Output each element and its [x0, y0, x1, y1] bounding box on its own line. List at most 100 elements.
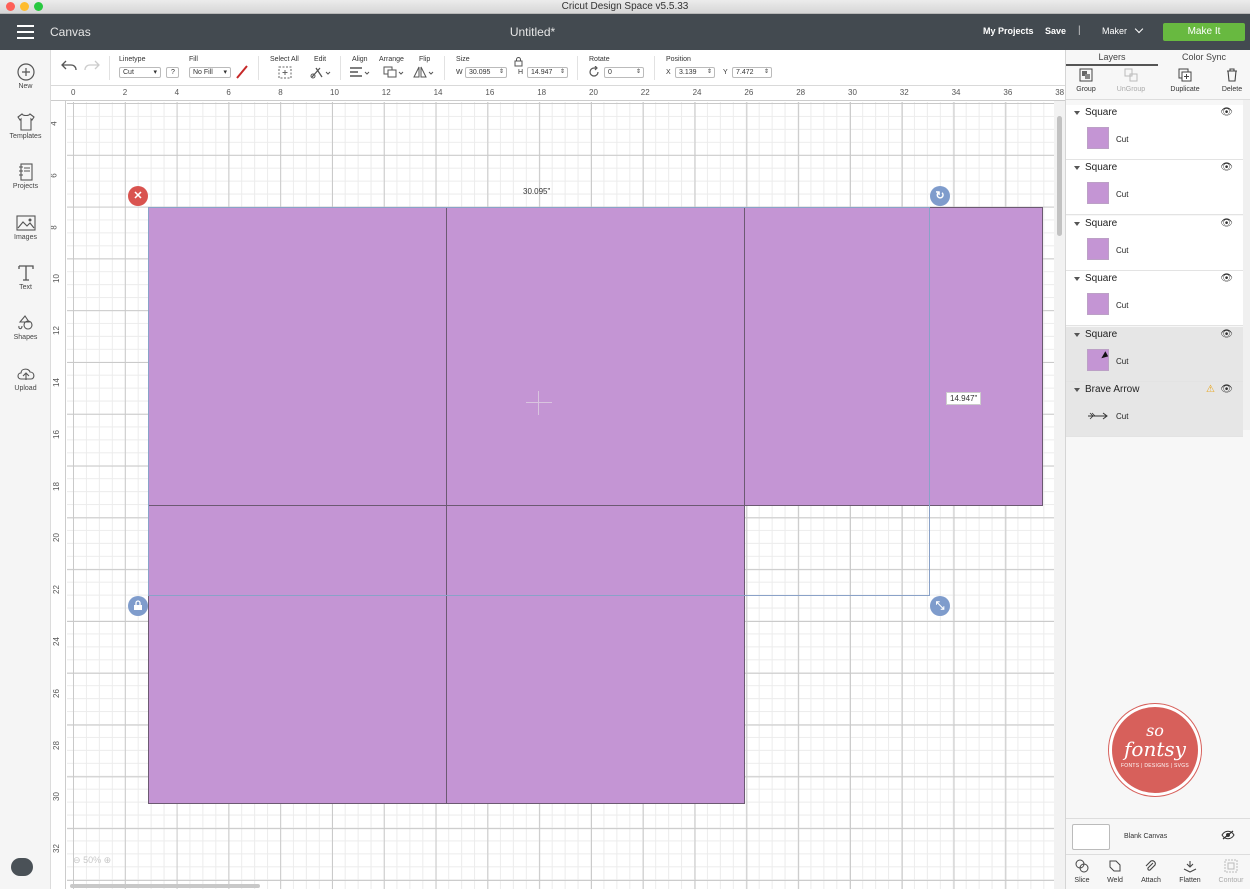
canvas-color-swatch[interactable] — [1072, 824, 1110, 850]
layer-operation: Cut — [1116, 190, 1129, 199]
caret-down-icon[interactable] — [1074, 333, 1080, 337]
blank-canvas-row[interactable]: Blank Canvas — [1066, 818, 1250, 854]
close-window-icon[interactable] — [6, 2, 15, 11]
layer-color-swatch[interactable] — [1087, 127, 1109, 149]
ruler-tick-label: 38 — [1055, 88, 1065, 97]
sidebar-item-upload[interactable]: Upload — [0, 365, 51, 392]
weld-button[interactable]: Weld — [1103, 859, 1127, 884]
select-all-icon[interactable] — [278, 66, 292, 82]
fill-select[interactable]: No Fill ▾ — [189, 67, 231, 78]
rotate-input[interactable]: 0 ⇕ — [604, 67, 644, 78]
scrollbar-thumb[interactable] — [1057, 116, 1062, 236]
logo-line2: fontsy — [1124, 737, 1186, 761]
zoom-out-icon[interactable]: ⊖ — [73, 855, 81, 865]
layer-row[interactable]: Square 👁 Cut — [1066, 216, 1243, 271]
minimize-window-icon[interactable] — [20, 2, 29, 11]
arrange-icon[interactable] — [383, 66, 405, 82]
sidebar-item-images[interactable]: Images — [0, 214, 51, 241]
panel-tabs: Layers Color Sync — [1066, 50, 1250, 66]
image-icon — [0, 214, 51, 234]
x-position-input[interactable]: 3.139 ⇕ — [675, 67, 715, 78]
text-icon — [0, 264, 51, 284]
sidebar-item-templates[interactable]: Templates — [0, 113, 51, 140]
ruler-tick-label: 8 — [51, 225, 59, 229]
canvas-horizontal-scrollbar[interactable] — [70, 884, 260, 888]
stepper-icon: ⇕ — [498, 69, 504, 75]
tab-color-sync[interactable]: Color Sync — [1158, 52, 1250, 62]
undo-icon[interactable] — [61, 59, 77, 74]
fill-color-swatch-icon[interactable] — [235, 65, 249, 82]
align-icon[interactable] — [349, 66, 371, 82]
caret-down-icon[interactable] — [1074, 166, 1080, 170]
sidebar-item-text[interactable]: Text — [0, 264, 51, 291]
caret-down-icon[interactable] — [1074, 388, 1080, 392]
canvas-vertical-scrollbar[interactable] — [1054, 101, 1065, 889]
layer-name: Square — [1085, 218, 1118, 229]
layer-color-swatch[interactable] — [1087, 238, 1109, 260]
my-projects-link[interactable]: My Projects — [983, 26, 1034, 36]
sidebar-item-projects[interactable]: Projects — [0, 163, 51, 190]
group-button[interactable]: Group — [1072, 68, 1100, 93]
ruler-tick-label: 34 — [951, 88, 961, 97]
sidebar-label: New — [18, 83, 33, 90]
delete-button[interactable]: Delete — [1217, 68, 1247, 93]
linetype-select[interactable]: Cut ▾ — [119, 67, 161, 78]
eye-icon[interactable]: 👁 — [1220, 162, 1233, 173]
width-input[interactable]: 30.095 ⇕ — [465, 67, 507, 78]
layer-row[interactable]: Brave Arrow ⚠ 👁 Cut — [1066, 382, 1243, 437]
zoom-window-icon[interactable] — [34, 2, 43, 11]
square-shape[interactable] — [148, 505, 447, 804]
linetype-help-button[interactable]: ? — [166, 67, 179, 78]
slice-button[interactable]: Slice — [1070, 859, 1094, 884]
layers-scrollbar[interactable] — [1243, 100, 1250, 430]
square-shape[interactable] — [744, 207, 1043, 506]
make-it-button[interactable]: Make It — [1163, 23, 1245, 41]
contour-label: Contour — [1218, 877, 1244, 884]
eye-icon[interactable]: 👁 — [1220, 384, 1233, 395]
eye-hidden-icon[interactable] — [1221, 830, 1235, 843]
ruler-vertical: 4 6 8 10 12 14 16 18 20 22 24 26 28 30 32 — [51, 101, 66, 889]
delete-handle-icon[interactable]: ✕ — [128, 186, 148, 206]
layer-row[interactable]: Square 👁 Cut — [1066, 271, 1243, 326]
eye-icon[interactable]: 👁 — [1220, 218, 1233, 229]
height-input[interactable]: 14.947 ⇕ — [527, 67, 568, 78]
zoom-control[interactable]: ⊖ 50% ⊕ — [73, 855, 111, 866]
layer-row[interactable]: Square 👁 Cut — [1066, 327, 1243, 382]
square-shape[interactable] — [446, 207, 745, 506]
edit-tools-icon[interactable] — [310, 66, 332, 82]
flatten-button[interactable]: Flatten — [1176, 859, 1204, 884]
tab-layers[interactable]: Layers — [1066, 52, 1158, 66]
eye-icon[interactable]: 👁 — [1220, 273, 1233, 284]
layer-name: Square — [1085, 162, 1118, 173]
layer-color-swatch[interactable] — [1087, 182, 1109, 204]
eye-icon[interactable]: 👁 — [1220, 107, 1233, 118]
save-link[interactable]: Save — [1045, 26, 1066, 36]
flip-icon[interactable] — [413, 66, 435, 82]
zoom-in-icon[interactable]: ⊕ — [104, 855, 112, 865]
ungroup-button[interactable]: UnGroup — [1114, 68, 1148, 93]
layer-row[interactable]: Square 👁 Cut — [1066, 105, 1243, 160]
caret-down-icon[interactable] — [1074, 277, 1080, 281]
redo-icon[interactable] — [84, 59, 100, 74]
layer-color-swatch[interactable] — [1087, 293, 1109, 315]
machine-select[interactable]: Maker — [1102, 24, 1144, 36]
sidebar-item-shapes[interactable]: Shapes — [0, 314, 51, 341]
warning-icon[interactable]: ⚠ — [1206, 384, 1215, 395]
square-shape[interactable] — [446, 505, 745, 804]
layer-row[interactable]: Square 👁 Cut — [1066, 160, 1243, 215]
y-position-input[interactable]: 7.472 ⇕ — [732, 67, 772, 78]
square-shape[interactable] — [148, 207, 447, 506]
sidebar-item-new[interactable]: New — [0, 63, 51, 90]
attach-button[interactable]: Attach — [1138, 859, 1164, 884]
contour-button[interactable]: Contour — [1214, 859, 1248, 884]
chat-icon[interactable] — [11, 858, 33, 876]
lock-handle-icon[interactable] — [128, 596, 148, 616]
duplicate-button[interactable]: Duplicate — [1167, 68, 1203, 93]
rotate-handle-icon[interactable]: ↻ — [930, 186, 950, 206]
caret-down-icon[interactable] — [1074, 111, 1080, 115]
caret-down-icon[interactable] — [1074, 222, 1080, 226]
ruler-tick-label: 28 — [51, 740, 61, 750]
eye-icon[interactable]: 👁 — [1220, 329, 1233, 340]
resize-handle-icon[interactable]: ⤡ — [930, 596, 950, 616]
width-label: W — [456, 69, 463, 76]
